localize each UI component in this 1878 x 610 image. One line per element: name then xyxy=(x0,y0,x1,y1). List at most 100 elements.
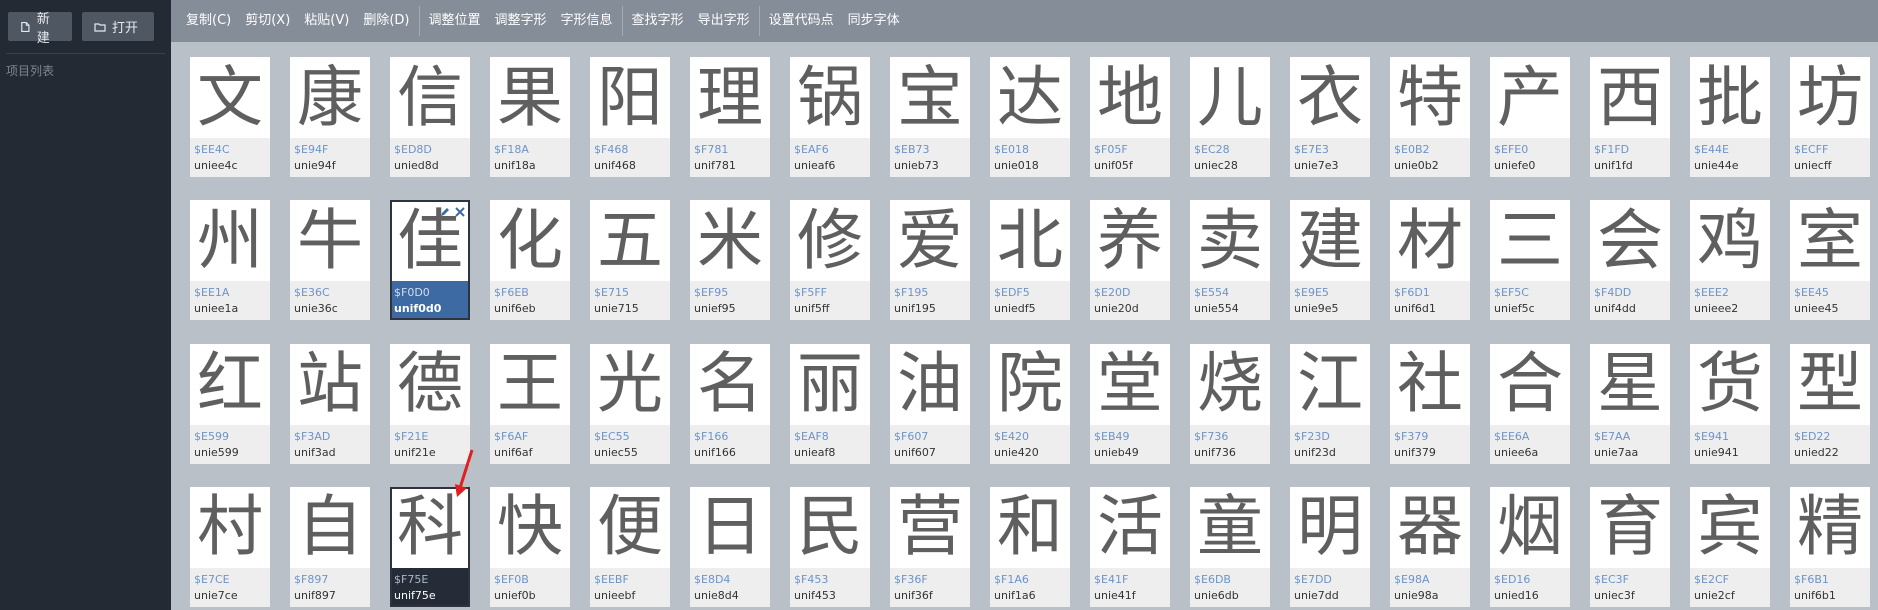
glyph-cell[interactable]: 卖 $E554 unie554 xyxy=(1190,200,1270,321)
glyph-cell[interactable]: 养 $E20D unie20d xyxy=(1090,200,1170,321)
glyph-cell[interactable]: 牛 $E36C unie36c xyxy=(290,200,370,321)
glyph-cell[interactable]: 化 $F6EB unif6eb xyxy=(490,200,570,321)
glyph-cell[interactable]: 名 $F166 unif166 xyxy=(690,343,770,464)
glyph-cell[interactable]: 活 $E41F unie41f xyxy=(1090,486,1170,607)
glyph-cell[interactable]: 宾 $E2CF unie2cf xyxy=(1690,486,1770,607)
glyph-cell[interactable]: 特 $E0B2 unie0b2 xyxy=(1390,57,1470,177)
glyph-cell[interactable]: 阳 $F468 unif468 xyxy=(590,57,670,177)
new-button[interactable]: 新建 xyxy=(8,12,72,46)
glyph-name: unie2cf xyxy=(1694,588,1735,602)
glyph-cell[interactable]: 地 $F05F unif05f xyxy=(1090,57,1170,177)
glyph-cell[interactable]: 自 $F897 unif897 xyxy=(290,486,370,607)
glyph-cell[interactable]: 宝 $EB73 unieb73 xyxy=(890,57,970,177)
glyph-cell[interactable]: 红 $E599 unie599 xyxy=(190,343,270,464)
cut-button[interactable]: 剪切(X) xyxy=(238,0,297,42)
glyph-cell[interactable]: 社 $F379 unif379 xyxy=(1390,343,1470,464)
delete-button[interactable]: 删除(D) xyxy=(356,0,416,42)
glyph-cell[interactable]: 坊 $ECFF uniecff xyxy=(1790,57,1870,177)
glyph-cell[interactable]: 器 $E98A unie98a xyxy=(1390,486,1470,607)
glyph-cell[interactable]: 王 $F6AF unif6af xyxy=(490,343,570,464)
glyph-cell[interactable]: 德 $F21E unif21e xyxy=(390,343,470,464)
glyph-cell[interactable]: 站 $F3AD unif3ad xyxy=(290,343,370,464)
glyph-cell[interactable]: 丽 $EAF8 unieaf8 xyxy=(790,343,870,464)
glyph-cell[interactable]: 三 $EF5C unief5c xyxy=(1490,200,1570,321)
glyph-preview: 材 xyxy=(1397,201,1463,279)
glyph-preview: 童 xyxy=(1197,488,1263,566)
glyph-code: $F6AF xyxy=(494,429,529,443)
glyph-cell[interactable]: 室 $EE45 uniee45 xyxy=(1790,200,1870,321)
glyph-cell[interactable]: 烟 $ED16 unied16 xyxy=(1490,486,1570,607)
glyph-cell[interactable]: 精 $F6B1 unif6b1 xyxy=(1790,486,1870,607)
close-icon[interactable] xyxy=(454,203,466,217)
glyph-cell[interactable]: 建 $E9E5 unie9e5 xyxy=(1290,200,1370,321)
glyph-cell[interactable]: 材 $F6D1 unif6d1 xyxy=(1390,200,1470,321)
glyph-cell[interactable]: 理 $F781 unif781 xyxy=(690,57,770,177)
glyph-cell[interactable]: 院 $E420 unie420 xyxy=(990,343,1070,464)
glyph-cell[interactable]: 信 $ED8D unied8d xyxy=(390,57,470,177)
glyph-preview: 活 xyxy=(1097,488,1163,566)
open-button[interactable]: 打开 xyxy=(82,12,154,41)
export-glyph-button[interactable]: 导出字形 xyxy=(691,0,757,42)
glyph-cell[interactable]: 会 $F4DD unif4dd xyxy=(1590,200,1670,321)
glyph-cell[interactable]: 童 $E6DB unie6db xyxy=(1190,486,1270,607)
edit-icon[interactable] xyxy=(439,203,451,217)
glyph-cell[interactable]: 育 $EC3F uniec3f xyxy=(1590,486,1670,607)
glyph-cell[interactable]: 佳 $F0D0 unif0d0 xyxy=(390,200,470,321)
glyph-preview: 红 xyxy=(197,345,263,422)
glyph-cell[interactable]: 锅 $EAF6 unieaf6 xyxy=(790,57,870,177)
glyph-cell[interactable]: 西 $F1FD unif1fd xyxy=(1590,57,1670,177)
glyph-cell[interactable]: 烧 $F736 unif736 xyxy=(1190,343,1270,464)
glyph-cell[interactable]: 合 $EE6A uniee6a xyxy=(1490,343,1570,464)
glyph-cell[interactable]: 油 $F607 unif607 xyxy=(890,343,970,464)
glyph-cell[interactable]: 明 $E7DD unie7dd xyxy=(1290,486,1370,607)
glyph-preview: 鸡 xyxy=(1697,201,1763,279)
glyph-cell[interactable]: 江 $F23D unif23d xyxy=(1290,343,1370,464)
glyph-cell[interactable]: 五 $E715 unie715 xyxy=(590,200,670,321)
copy-button[interactable]: 复制(C) xyxy=(179,0,238,42)
glyph-cell[interactable]: 康 $E94F unie94f xyxy=(290,57,370,177)
glyph-cell[interactable]: 修 $F5FF unif5ff xyxy=(790,200,870,321)
glyph-name: uniee45 xyxy=(1794,302,1839,316)
glyph-cell[interactable]: 型 $ED22 unied22 xyxy=(1790,343,1870,464)
set-codepoint-button[interactable]: 设置代码点 xyxy=(762,0,841,42)
glyph-preview: 理 xyxy=(697,58,763,136)
glyph-cell[interactable]: 北 $EDF5 uniedf5 xyxy=(990,200,1070,321)
glyph-info-button[interactable]: 字形信息 xyxy=(554,0,620,42)
glyph-cell[interactable]: 堂 $EB49 unieb49 xyxy=(1090,343,1170,464)
glyph-cell[interactable]: 鸡 $EEE2 unieee2 xyxy=(1690,200,1770,321)
adjust-position-button[interactable]: 调整位置 xyxy=(422,0,488,42)
glyph-code: $F36F xyxy=(894,572,928,586)
glyph-cell[interactable]: 产 $EFE0 uniefe0 xyxy=(1490,57,1570,177)
glyph-cell[interactable]: 货 $E941 unie941 xyxy=(1690,343,1770,464)
find-glyph-button[interactable]: 查找字形 xyxy=(625,0,691,42)
glyph-preview: 日 xyxy=(697,488,763,566)
glyph-cell[interactable]: 文 $EE4C uniee4c xyxy=(190,57,270,177)
glyph-cell[interactable]: 和 $F1A6 unif1a6 xyxy=(990,486,1070,607)
glyph-name: unie420 xyxy=(994,445,1039,459)
glyph-cell[interactable]: 村 $E7CE unie7ce xyxy=(190,486,270,607)
glyph-preview: 器 xyxy=(1397,488,1463,566)
glyph-cell[interactable]: 星 $E7AA unie7aa xyxy=(1590,343,1670,464)
glyph-name: unif379 xyxy=(1394,445,1436,459)
glyph-cell[interactable]: 营 $F36F unif36f xyxy=(890,486,970,607)
glyph-cell[interactable]: 民 $F453 unif453 xyxy=(790,486,870,607)
glyph-cell[interactable]: 批 $E44E unie44e xyxy=(1690,57,1770,177)
glyph-cell[interactable]: 爱 $F195 unif195 xyxy=(890,200,970,321)
adjust-glyph-button[interactable]: 调整字形 xyxy=(488,0,554,42)
glyph-cell[interactable]: 果 $F18A unif18a xyxy=(490,57,570,177)
glyph-cell[interactable]: 科 $F75E unif75e xyxy=(390,486,470,607)
glyph-cell[interactable]: 衣 $E7E3 unie7e3 xyxy=(1290,57,1370,177)
glyph-preview: 米 xyxy=(697,201,763,279)
glyph-cell[interactable]: 儿 $EC28 uniec28 xyxy=(1190,57,1270,177)
glyph-cell[interactable]: 光 $EC55 uniec55 xyxy=(590,343,670,464)
glyph-preview: 会 xyxy=(1597,201,1663,279)
glyph-cell[interactable]: 州 $EE1A uniee1a xyxy=(190,200,270,321)
glyph-cell[interactable]: 米 $EF95 unief95 xyxy=(690,200,770,321)
paste-button[interactable]: 粘贴(V) xyxy=(297,0,356,42)
glyph-cell[interactable]: 日 $E8D4 unie8d4 xyxy=(690,486,770,607)
glyph-name: unied22 xyxy=(1794,445,1839,459)
glyph-cell[interactable]: 达 $E018 unie018 xyxy=(990,57,1070,177)
sync-font-button[interactable]: 同步字体 xyxy=(841,0,907,42)
glyph-cell[interactable]: 便 $EEBF unieebf xyxy=(590,486,670,607)
glyph-cell[interactable]: 快 $EF0B unief0b xyxy=(490,486,570,607)
